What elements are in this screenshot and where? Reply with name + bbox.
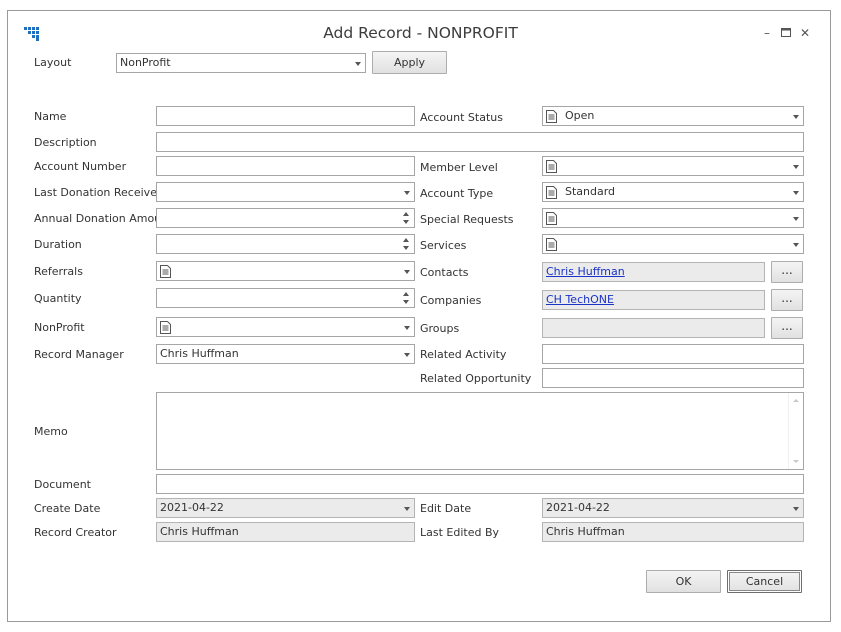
last-edited-by-label: Last Edited By (420, 526, 500, 539)
chevron-down-icon (793, 217, 799, 221)
description-label: Description (34, 136, 97, 149)
related-opportunity-input[interactable] (542, 368, 804, 388)
referrals-label: Referrals (34, 265, 83, 278)
last-donation-received-label: Last Donation Received (34, 186, 164, 199)
account-type-label: Account Type (420, 187, 494, 200)
document-icon (160, 321, 171, 334)
account-status-label: Account Status (420, 111, 503, 124)
account-type-select[interactable]: Standard (542, 182, 804, 202)
services-label: Services (420, 239, 467, 252)
referrals-select[interactable] (156, 261, 415, 281)
close-icon[interactable]: ✕ (798, 26, 812, 40)
companies-link[interactable]: CH TechONE (546, 291, 614, 309)
document-icon (546, 238, 557, 251)
layout-value: NonProfit (120, 56, 171, 69)
account-number-label: Account Number (34, 160, 127, 173)
special-requests-select[interactable] (542, 208, 804, 228)
record-manager-value: Chris Huffman (160, 347, 239, 360)
member-level-select[interactable] (542, 156, 804, 176)
ok-button[interactable]: OK (646, 570, 721, 593)
spinner-arrows-icon[interactable] (403, 237, 411, 252)
contacts-link[interactable]: Chris Huffman (546, 263, 625, 281)
record-manager-label: Record Manager (34, 348, 124, 361)
account-status-value: Open (565, 109, 595, 122)
layout-select[interactable]: NonProfit (116, 53, 366, 73)
last-edited-by-value: Chris Huffman (546, 525, 625, 538)
cancel-button[interactable]: Cancel (727, 570, 802, 593)
annual-donation-amount-spinner[interactable] (156, 208, 415, 228)
duration-label: Duration (34, 238, 82, 251)
groups-browse-button[interactable]: ... (771, 317, 803, 339)
memo-textarea[interactable] (156, 392, 804, 470)
last-donation-received-date[interactable] (156, 182, 415, 202)
minimize-icon[interactable]: – (760, 26, 774, 40)
apply-button[interactable]: Apply (372, 51, 447, 74)
quantity-spinner[interactable] (156, 288, 415, 308)
chevron-down-icon (793, 115, 799, 119)
record-creator-field: Chris Huffman (156, 522, 415, 542)
quantity-label: Quantity (34, 292, 82, 305)
account-status-select[interactable]: Open (542, 106, 804, 126)
document-input[interactable] (156, 474, 804, 494)
chevron-down-icon (793, 191, 799, 195)
record-creator-value: Chris Huffman (160, 525, 239, 538)
nonprofit-label: NonProfit (34, 321, 85, 334)
spinner-arrows-icon[interactable] (403, 211, 411, 226)
name-label: Name (34, 110, 67, 123)
document-icon (546, 212, 557, 225)
create-date-label: Create Date (34, 502, 101, 515)
document-label: Document (34, 478, 91, 491)
member-level-label: Member Level (420, 161, 498, 174)
related-opportunity-label: Related Opportunity (420, 372, 532, 385)
account-type-value: Standard (565, 185, 616, 198)
document-icon (546, 110, 557, 123)
contacts-label: Contacts (420, 266, 469, 279)
nonprofit-select[interactable] (156, 317, 415, 337)
chevron-down-icon (404, 191, 410, 195)
edit-date-label: Edit Date (420, 502, 472, 515)
related-activity-label: Related Activity (420, 348, 507, 361)
document-icon (546, 186, 557, 199)
companies-field: CH TechONE (542, 290, 765, 310)
create-date-value: 2021-04-22 (160, 501, 224, 514)
chevron-down-icon (404, 353, 410, 357)
name-input[interactable] (156, 106, 415, 126)
companies-label: Companies (420, 294, 482, 307)
spinner-arrows-icon[interactable] (403, 291, 411, 306)
contacts-browse-button[interactable]: ... (771, 261, 803, 283)
groups-label: Groups (420, 322, 460, 335)
chevron-down-icon (404, 270, 410, 274)
related-activity-input[interactable] (542, 344, 804, 364)
chevron-down-icon (404, 326, 410, 330)
description-input[interactable] (156, 132, 804, 152)
memo-label: Memo (34, 425, 68, 438)
special-requests-label: Special Requests (420, 213, 514, 226)
annual-donation-amount-label: Annual Donation Amount (34, 212, 173, 225)
services-select[interactable] (542, 234, 804, 254)
chevron-down-icon (793, 165, 799, 169)
chevron-down-icon (355, 62, 361, 66)
companies-browse-button[interactable]: ... (771, 289, 803, 311)
contacts-field: Chris Huffman (542, 262, 765, 282)
edit-date-value: 2021-04-22 (546, 501, 610, 514)
window-title: Add Record - NONPROFIT (323, 24, 518, 42)
memo-scrollbar[interactable] (788, 393, 803, 469)
duration-spinner[interactable] (156, 234, 415, 254)
chevron-down-icon (793, 507, 799, 511)
record-creator-label: Record Creator (34, 526, 117, 539)
chevron-down-icon (404, 507, 410, 511)
document-icon (546, 160, 557, 173)
create-date-field: 2021-04-22 (156, 498, 415, 518)
groups-field (542, 318, 765, 338)
record-manager-select[interactable]: Chris Huffman (156, 344, 415, 364)
account-number-input[interactable] (156, 156, 415, 176)
edit-date-field: 2021-04-22 (542, 498, 804, 518)
document-icon (160, 265, 171, 278)
layout-label: Layout (34, 56, 72, 69)
chevron-down-icon (793, 243, 799, 247)
last-edited-by-field: Chris Huffman (542, 522, 804, 542)
maximize-icon[interactable] (779, 26, 793, 41)
